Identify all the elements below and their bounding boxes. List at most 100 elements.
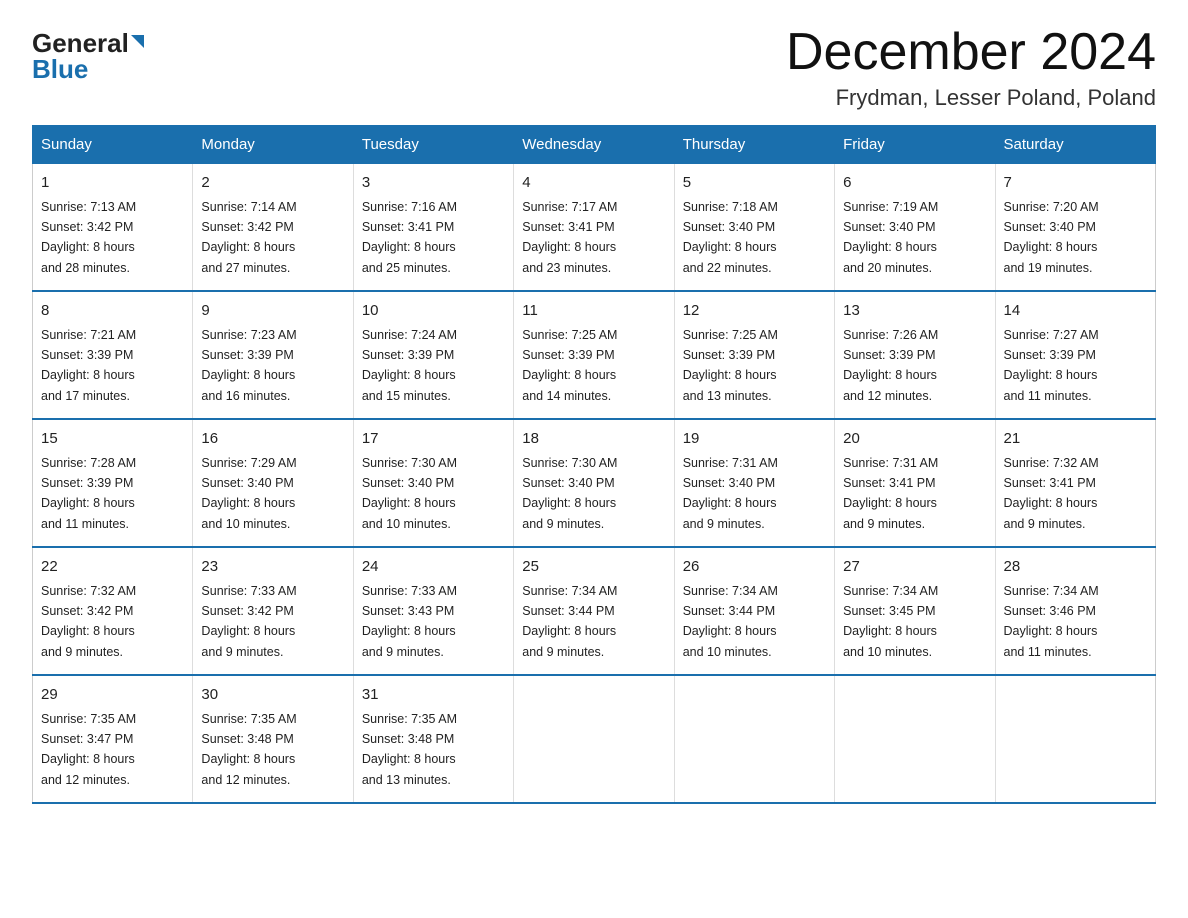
day-number: 11 [522,300,665,323]
day-info: Sunrise: 7:35 AMSunset: 3:47 PMDaylight:… [41,712,136,787]
table-row: 6Sunrise: 7:19 AMSunset: 3:40 PMDaylight… [835,164,995,292]
day-number: 2 [201,172,344,195]
day-info: Sunrise: 7:32 AMSunset: 3:41 PMDaylight:… [1004,456,1099,531]
logo: General Blue [32,24,144,82]
day-info: Sunrise: 7:13 AMSunset: 3:42 PMDaylight:… [41,200,136,275]
calendar-week-row: 8 Sunrise: 7:21 AMSunset: 3:39 PMDaylight… [33,291,1156,419]
day-number: 1 [41,172,184,195]
day-info: Sunrise: 7:33 AMSunset: 3:42 PMDaylight:… [201,584,296,659]
table-row: 8 Sunrise: 7:21 AMSunset: 3:39 PMDaylight… [33,291,193,419]
day-info: Sunrise: 7:21 AMSunset: 3:39 PMDaylight:… [41,328,136,403]
day-number: 20 [843,428,986,451]
table-row: 14 Sunrise: 7:27 AMSunset: 3:39 PMDayligh… [995,291,1155,419]
day-number: 30 [201,684,344,707]
day-number: 26 [683,556,826,579]
day-number: 5 [683,172,826,195]
day-info: Sunrise: 7:30 AMSunset: 3:40 PMDaylight:… [362,456,457,531]
table-row: 24 Sunrise: 7:33 AMSunset: 3:43 PMDayligh… [353,547,513,675]
table-row: 18 Sunrise: 7:30 AMSunset: 3:40 PMDayligh… [514,419,674,547]
table-row [995,675,1155,803]
day-info: Sunrise: 7:25 AMSunset: 3:39 PMDaylight:… [522,328,617,403]
calendar-week-row: 1 Sunrise: 7:13 AMSunset: 3:42 PMDaylight… [33,164,1156,292]
day-number: 29 [41,684,184,707]
day-info: Sunrise: 7:30 AMSunset: 3:40 PMDaylight:… [522,456,617,531]
day-number: 25 [522,556,665,579]
day-info: Sunrise: 7:23 AMSunset: 3:39 PMDaylight:… [201,328,296,403]
day-number: 8 [41,300,184,323]
day-number: 9 [201,300,344,323]
col-saturday: Saturday [995,126,1155,164]
table-row: 15 Sunrise: 7:28 AMSunset: 3:39 PMDayligh… [33,419,193,547]
table-row: 9 Sunrise: 7:23 AMSunset: 3:39 PMDaylight… [193,291,353,419]
col-monday: Monday [193,126,353,164]
day-number: 23 [201,556,344,579]
day-number: 16 [201,428,344,451]
day-number: 24 [362,556,505,579]
page-title: December 2024 [786,24,1156,81]
day-info: Sunrise: 7:35 AMSunset: 3:48 PMDaylight:… [362,712,457,787]
day-number: 21 [1004,428,1147,451]
day-info: Sunrise: 7:33 AMSunset: 3:43 PMDaylight:… [362,584,457,659]
table-row: 13 Sunrise: 7:26 AMSunset: 3:39 PMDayligh… [835,291,995,419]
day-info: Sunrise: 7:20 AMSunset: 3:40 PMDaylight:… [1004,200,1099,275]
table-row: 22Sunrise: 7:32 AMSunset: 3:42 PMDayligh… [33,547,193,675]
col-sunday: Sunday [33,126,193,164]
table-row: 27 Sunrise: 7:34 AMSunset: 3:45 PMDayligh… [835,547,995,675]
day-number: 12 [683,300,826,323]
table-row: 30 Sunrise: 7:35 AMSunset: 3:48 PMDayligh… [193,675,353,803]
table-row: 26 Sunrise: 7:34 AMSunset: 3:44 PMDayligh… [674,547,834,675]
table-row: 12 Sunrise: 7:25 AMSunset: 3:39 PMDayligh… [674,291,834,419]
title-block: December 2024 Frydman, Lesser Poland, Po… [786,24,1156,111]
day-number: 19 [683,428,826,451]
day-number: 14 [1004,300,1147,323]
calendar-week-row: 22Sunrise: 7:32 AMSunset: 3:42 PMDayligh… [33,547,1156,675]
calendar-header-row: Sunday Monday Tuesday Wednesday Thursday… [33,126,1156,164]
table-row: 21 Sunrise: 7:32 AMSunset: 3:41 PMDayligh… [995,419,1155,547]
table-row [835,675,995,803]
table-row [674,675,834,803]
table-row: 16 Sunrise: 7:29 AMSunset: 3:40 PMDayligh… [193,419,353,547]
day-number: 18 [522,428,665,451]
day-info: Sunrise: 7:26 AMSunset: 3:39 PMDaylight:… [843,328,938,403]
table-row: 7 Sunrise: 7:20 AMSunset: 3:40 PMDaylight… [995,164,1155,292]
day-info: Sunrise: 7:34 AMSunset: 3:44 PMDaylight:… [522,584,617,659]
day-number: 15 [41,428,184,451]
day-number: 7 [1004,172,1147,195]
table-row: 19Sunrise: 7:31 AMSunset: 3:40 PMDayligh… [674,419,834,547]
calendar-week-row: 29 Sunrise: 7:35 AMSunset: 3:47 PMDayligh… [33,675,1156,803]
day-info: Sunrise: 7:18 AMSunset: 3:40 PMDaylight:… [683,200,778,275]
col-wednesday: Wednesday [514,126,674,164]
day-info: Sunrise: 7:34 AMSunset: 3:45 PMDaylight:… [843,584,938,659]
day-info: Sunrise: 7:28 AMSunset: 3:39 PMDaylight:… [41,456,136,531]
day-info: Sunrise: 7:29 AMSunset: 3:40 PMDaylight:… [201,456,296,531]
day-number: 13 [843,300,986,323]
table-row: 1 Sunrise: 7:13 AMSunset: 3:42 PMDaylight… [33,164,193,292]
logo-general: General [32,30,129,56]
col-thursday: Thursday [674,126,834,164]
page-header: General Blue December 2024 Frydman, Less… [32,24,1156,111]
col-tuesday: Tuesday [353,126,513,164]
col-friday: Friday [835,126,995,164]
table-row: 20Sunrise: 7:31 AMSunset: 3:41 PMDayligh… [835,419,995,547]
day-number: 31 [362,684,505,707]
page-subtitle: Frydman, Lesser Poland, Poland [786,85,1156,111]
day-info: Sunrise: 7:35 AMSunset: 3:48 PMDaylight:… [201,712,296,787]
table-row: 25 Sunrise: 7:34 AMSunset: 3:44 PMDayligh… [514,547,674,675]
table-row: 2Sunrise: 7:14 AMSunset: 3:42 PMDaylight… [193,164,353,292]
day-number: 22 [41,556,184,579]
day-info: Sunrise: 7:25 AMSunset: 3:39 PMDaylight:… [683,328,778,403]
table-row: 4Sunrise: 7:17 AMSunset: 3:41 PMDaylight… [514,164,674,292]
day-info: Sunrise: 7:27 AMSunset: 3:39 PMDaylight:… [1004,328,1099,403]
table-row: 5 Sunrise: 7:18 AMSunset: 3:40 PMDaylight… [674,164,834,292]
table-row: 28Sunrise: 7:34 AMSunset: 3:46 PMDayligh… [995,547,1155,675]
logo-blue: Blue [32,56,88,82]
day-number: 27 [843,556,986,579]
day-number: 3 [362,172,505,195]
day-number: 6 [843,172,986,195]
day-number: 28 [1004,556,1147,579]
table-row: 10Sunrise: 7:24 AMSunset: 3:39 PMDayligh… [353,291,513,419]
day-info: Sunrise: 7:34 AMSunset: 3:44 PMDaylight:… [683,584,778,659]
calendar-week-row: 15 Sunrise: 7:28 AMSunset: 3:39 PMDayligh… [33,419,1156,547]
day-info: Sunrise: 7:17 AMSunset: 3:41 PMDaylight:… [522,200,617,275]
table-row: 29 Sunrise: 7:35 AMSunset: 3:47 PMDayligh… [33,675,193,803]
